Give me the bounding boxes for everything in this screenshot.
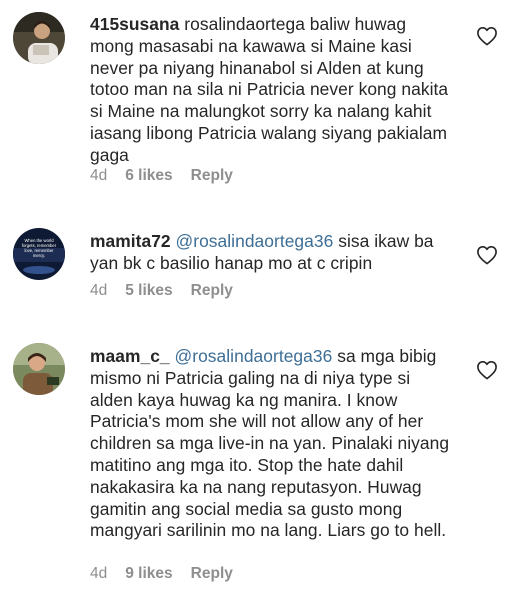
comment-timestamp: 4d <box>90 565 108 582</box>
avatar[interactable]: When the world forgets, remember love, r… <box>13 228 65 280</box>
comment-meta: 4d 9 likes Reply <box>90 565 233 583</box>
comment-username[interactable]: 415susana <box>90 14 179 34</box>
comment-timestamp: 4d <box>90 282 108 299</box>
avatar[interactable] <box>13 12 65 64</box>
comment-username[interactable]: maam_c_ <box>90 346 170 366</box>
comment-username[interactable]: mamita72 <box>90 231 171 251</box>
heart-outline-icon[interactable] <box>476 245 498 265</box>
comment-text-block: 415susana rosalindaortega baliw huwag mo… <box>90 14 450 167</box>
comment-likes[interactable]: 6 likes <box>125 167 172 185</box>
comment-meta: 4d 6 likes Reply <box>90 167 233 185</box>
reply-button[interactable]: Reply <box>191 282 233 300</box>
svg-text:mercy.: mercy. <box>33 253 45 258</box>
comment-timestamp: 4d <box>90 167 108 184</box>
comment-likes[interactable]: 5 likes <box>125 282 172 300</box>
comment-mention[interactable]: @rosalindaortega36 <box>175 346 333 366</box>
reply-button[interactable]: Reply <box>191 565 233 583</box>
comment-text: rosalindaortega baliw huwag mong masasab… <box>90 14 449 165</box>
comment-likes[interactable]: 9 likes <box>125 565 172 583</box>
heart-outline-icon[interactable] <box>476 360 498 380</box>
comment-text-block: maam_c_ @rosalindaortega36 sa mga bibig … <box>90 346 450 542</box>
comment-meta: 4d 5 likes Reply <box>90 282 233 300</box>
comment-text: sa mga bibig mismo ni Patricia galing na… <box>90 346 450 541</box>
comment-text-block: mamita72 @rosalindaortega36 sisa ikaw ba… <box>90 231 450 275</box>
heart-outline-icon[interactable] <box>476 26 498 46</box>
avatar[interactable] <box>13 343 65 395</box>
reply-button[interactable]: Reply <box>191 167 233 185</box>
comment-mention[interactable]: @rosalindaortega36 <box>176 231 334 251</box>
